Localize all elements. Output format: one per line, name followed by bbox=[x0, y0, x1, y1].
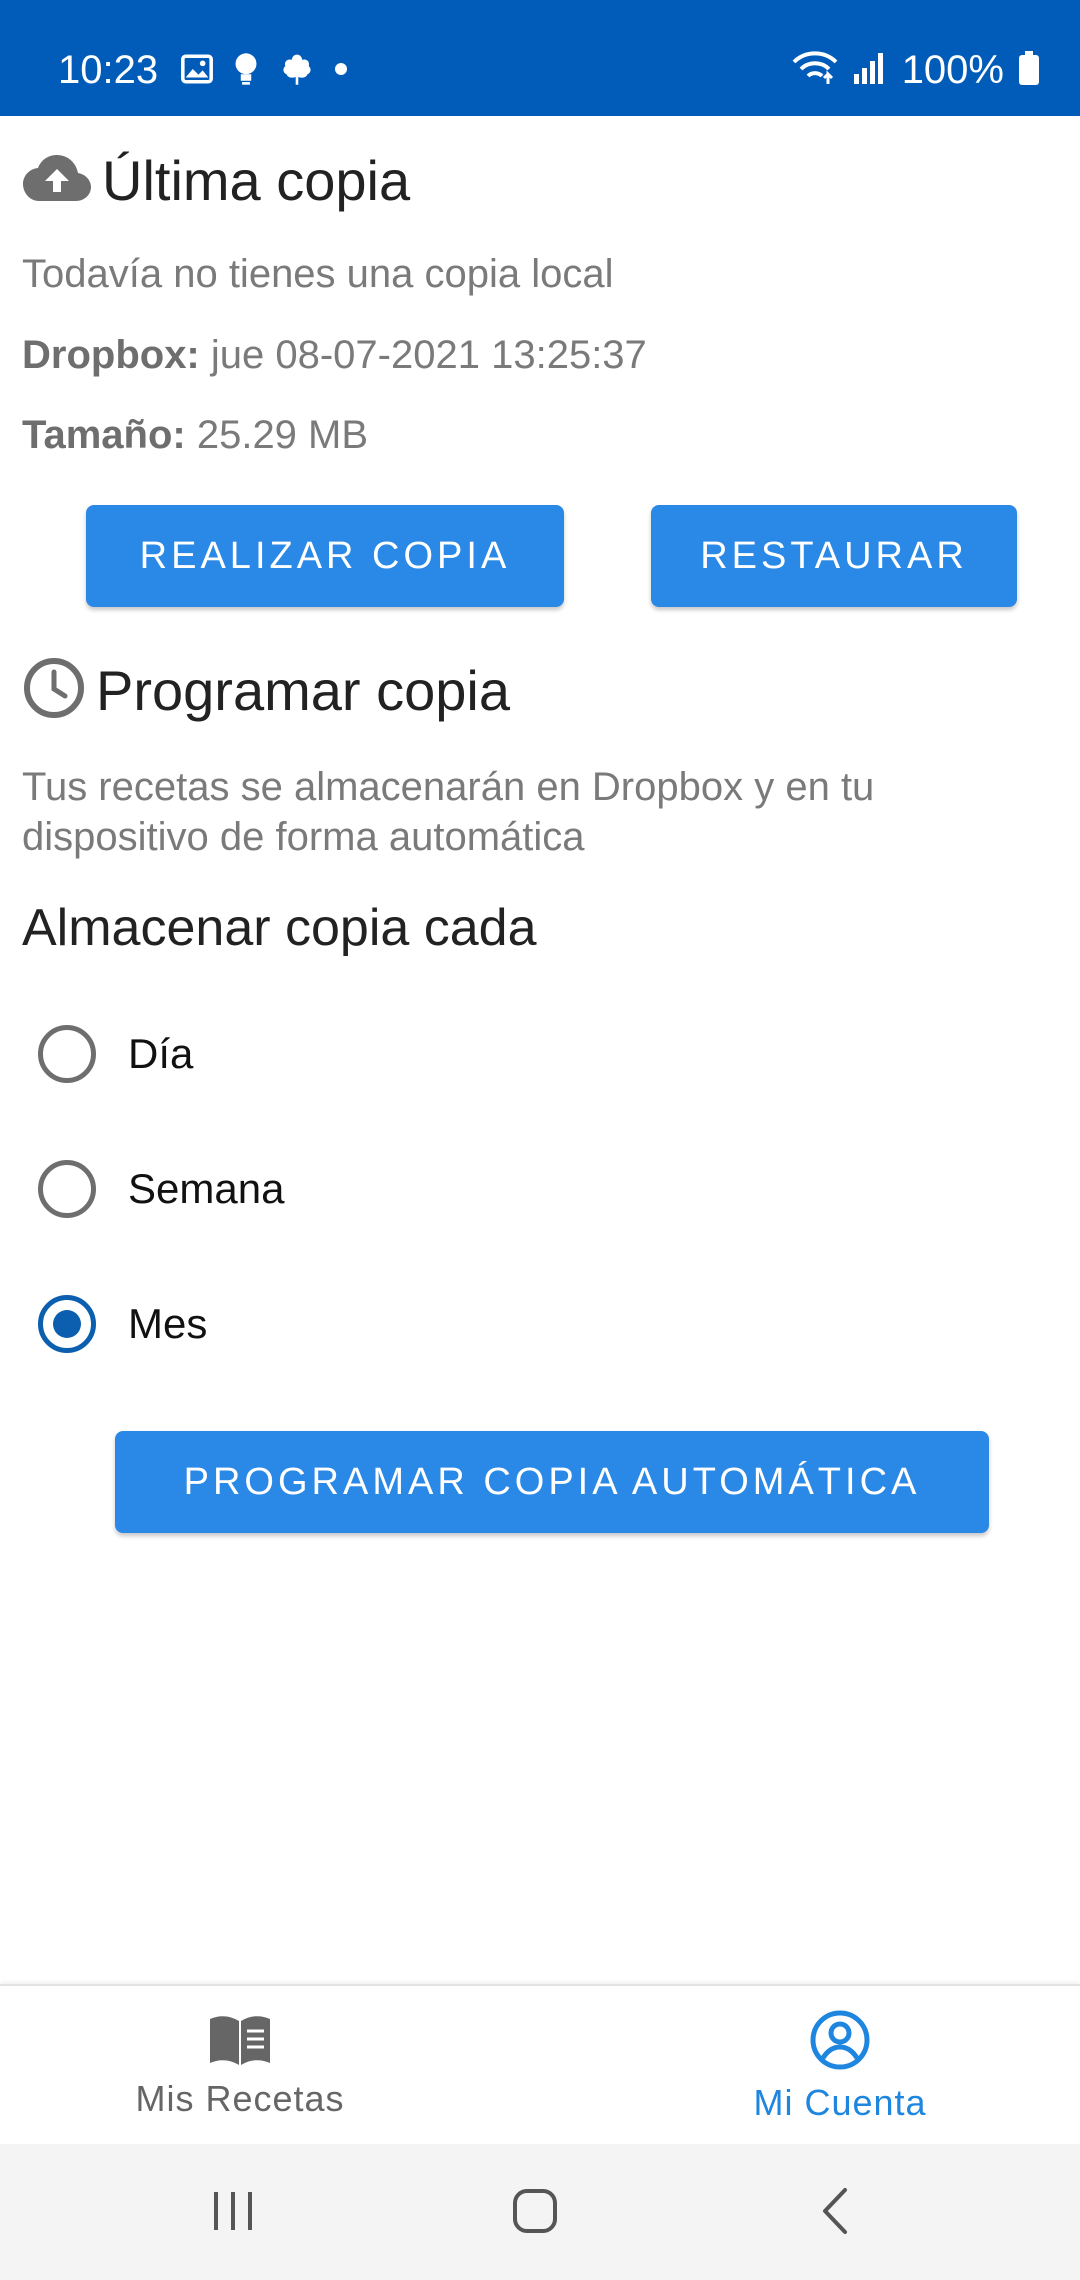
account-icon bbox=[809, 2009, 871, 2076]
nav-item-mis-recetas[interactable]: Mis Recetas bbox=[110, 1986, 370, 2146]
size-value: 25.29 MB bbox=[185, 413, 369, 457]
clock-icon bbox=[22, 656, 86, 725]
image-icon bbox=[180, 52, 214, 91]
dropbox-date: jue 08-07-2021 13:25:37 bbox=[199, 333, 647, 377]
dropbox-backup-info: Dropbox: jue 08-07-2021 13:25:37 bbox=[22, 333, 647, 378]
radio-label: Día bbox=[128, 1030, 194, 1077]
status-system-icons: 100% bbox=[792, 46, 1040, 94]
radio-label: Semana bbox=[128, 1165, 285, 1212]
radio-button-selected[interactable] bbox=[38, 1295, 96, 1353]
dropbox-label: Dropbox: bbox=[22, 333, 200, 377]
schedule-title: Programar copia bbox=[96, 659, 510, 722]
radio-option-dia[interactable]: Día bbox=[38, 1025, 193, 1083]
back-icon bbox=[817, 2186, 857, 2241]
system-navigation-bar bbox=[0, 2144, 1080, 2280]
bulb-icon bbox=[232, 52, 260, 91]
home-button[interactable] bbox=[495, 2178, 575, 2248]
local-backup-status: Todavía no tienes una copia local bbox=[22, 252, 614, 296]
cloud-upload-icon bbox=[22, 153, 92, 208]
wifi-icon bbox=[792, 50, 838, 91]
radio-option-mes[interactable]: Mes bbox=[38, 1295, 207, 1353]
schedule-description: Tus recetas se almacenarán en Dropbox y … bbox=[22, 765, 875, 859]
schedule-heading: Programar copia bbox=[22, 656, 510, 725]
last-backup-title: Última copia bbox=[102, 149, 411, 212]
tree-icon bbox=[278, 52, 316, 91]
status-notification-icons bbox=[180, 52, 348, 91]
nav-label: Mi Cuenta bbox=[753, 2081, 927, 2123]
radio-option-semana[interactable]: Semana bbox=[38, 1160, 284, 1218]
nav-label: Mis Recetas bbox=[135, 2077, 345, 2119]
status-time: 10:23 bbox=[58, 48, 159, 92]
recent-apps-button[interactable] bbox=[193, 2178, 273, 2248]
backup-button[interactable]: REALIZAR COPIA bbox=[86, 505, 564, 607]
status-bar: 10:23 100% bbox=[0, 0, 1080, 116]
backup-size-info: Tamaño: 25.29 MB bbox=[22, 413, 368, 458]
dot-icon bbox=[334, 62, 348, 81]
last-backup-heading: Última copia bbox=[22, 148, 410, 213]
recent-apps-icon bbox=[210, 2188, 256, 2239]
nav-item-mi-cuenta[interactable]: Mi Cuenta bbox=[710, 1986, 970, 2146]
radio-button[interactable] bbox=[38, 1025, 96, 1083]
schedule-auto-backup-button[interactable]: PROGRAMAR COPIA AUTOMÁTICA bbox=[115, 1431, 989, 1533]
radio-label: Mes bbox=[128, 1300, 208, 1347]
radio-button[interactable] bbox=[38, 1160, 96, 1218]
book-icon bbox=[207, 2013, 273, 2072]
battery-percentage: 100% bbox=[901, 48, 1004, 92]
back-button[interactable] bbox=[797, 2178, 877, 2248]
size-label: Tamaño: bbox=[22, 413, 186, 457]
home-icon bbox=[511, 2187, 559, 2240]
restore-button[interactable]: RESTAURAR bbox=[651, 505, 1017, 607]
battery-icon bbox=[1018, 50, 1040, 91]
frequency-title: Almacenar copia cada bbox=[22, 899, 537, 957]
bottom-navigation: Mis Recetas Mi Cuenta bbox=[0, 1984, 1080, 2144]
signal-icon bbox=[852, 50, 888, 91]
